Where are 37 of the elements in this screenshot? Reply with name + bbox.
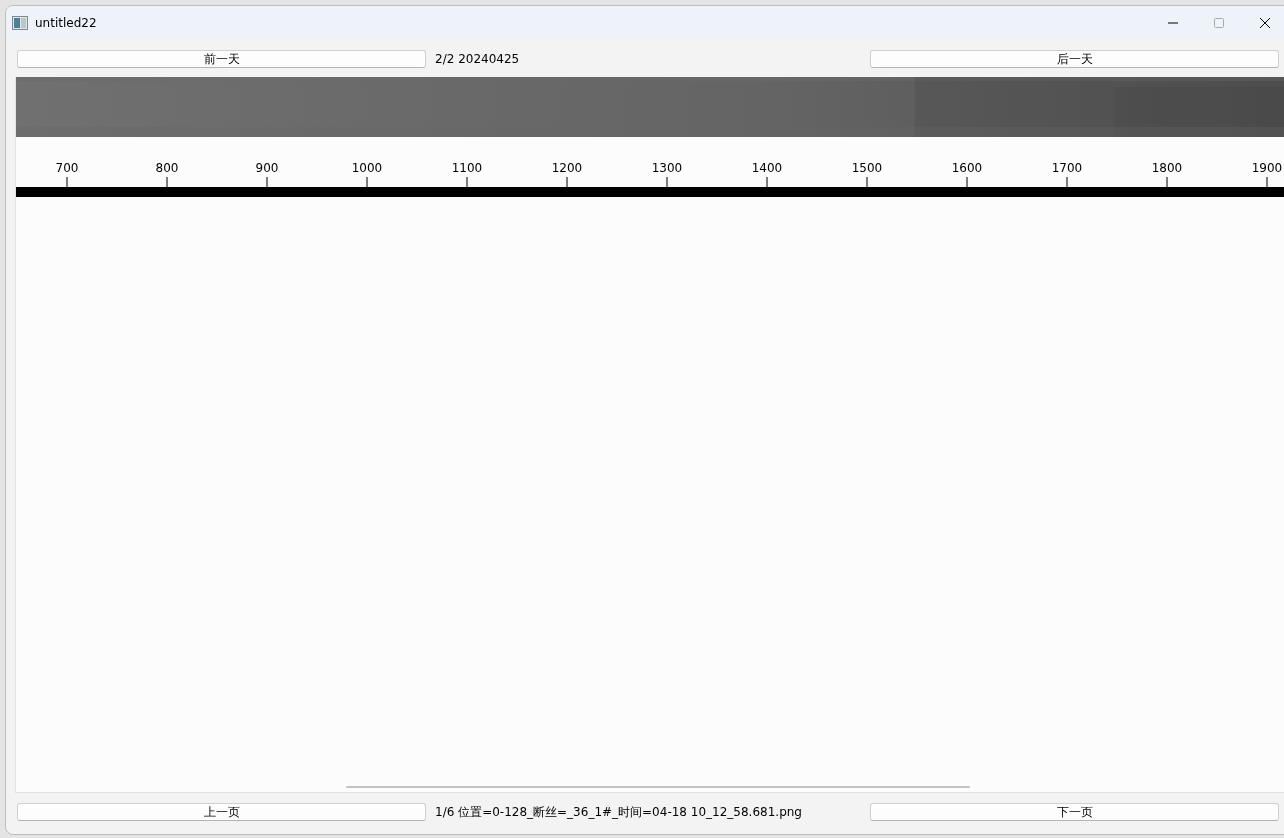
maximize-icon [1213, 16, 1225, 29]
info-label: 1/6 位置=0-128_断丝=_36_1#_时间=04-18 10_12_58.681.png [435, 803, 803, 821]
tick-mark [466, 176, 468, 188]
tick-label: 1700 [1051, 161, 1083, 175]
next-button[interactable]: 下一页 [870, 803, 1279, 821]
tick-mark [766, 176, 768, 188]
tick-mark [666, 176, 668, 188]
tick-label: 1000 [351, 161, 383, 175]
previous-button[interactable]: 上一页 [17, 803, 426, 821]
tick-label: 1300 [651, 161, 683, 175]
app-icon [12, 15, 28, 30]
tick-label: 900 [255, 161, 279, 175]
tick-mark [866, 176, 868, 188]
tick-mark [566, 176, 568, 188]
next-button[interactable]: 后一天 [870, 50, 1279, 68]
previous-button[interactable]: 前一天 [17, 50, 426, 68]
info-label: 2/2 20240425 [435, 52, 521, 66]
tick-label: 1400 [751, 161, 783, 175]
tick-label: 700 [55, 161, 79, 175]
tick-label: 1100 [451, 161, 483, 175]
tick-mark [1166, 176, 1168, 188]
tick-mark [1266, 176, 1268, 188]
tick-label: 1900 [1251, 161, 1283, 175]
scrollbar[interactable] [346, 786, 970, 788]
close-icon [1259, 16, 1271, 29]
tick-mark [966, 176, 968, 188]
tick-mark [166, 176, 168, 188]
window-title: untitled22 [35, 15, 97, 30]
tick-label: 1800 [1151, 161, 1183, 175]
tick-mark [366, 176, 368, 188]
tick-mark [66, 176, 68, 188]
tick-label: 1600 [951, 161, 983, 175]
tick-label: 1200 [551, 161, 583, 175]
tick-mark [1066, 176, 1068, 188]
tick-label: 800 [155, 161, 179, 175]
tick-label: 1500 [851, 161, 883, 175]
tick-mark [266, 176, 268, 188]
